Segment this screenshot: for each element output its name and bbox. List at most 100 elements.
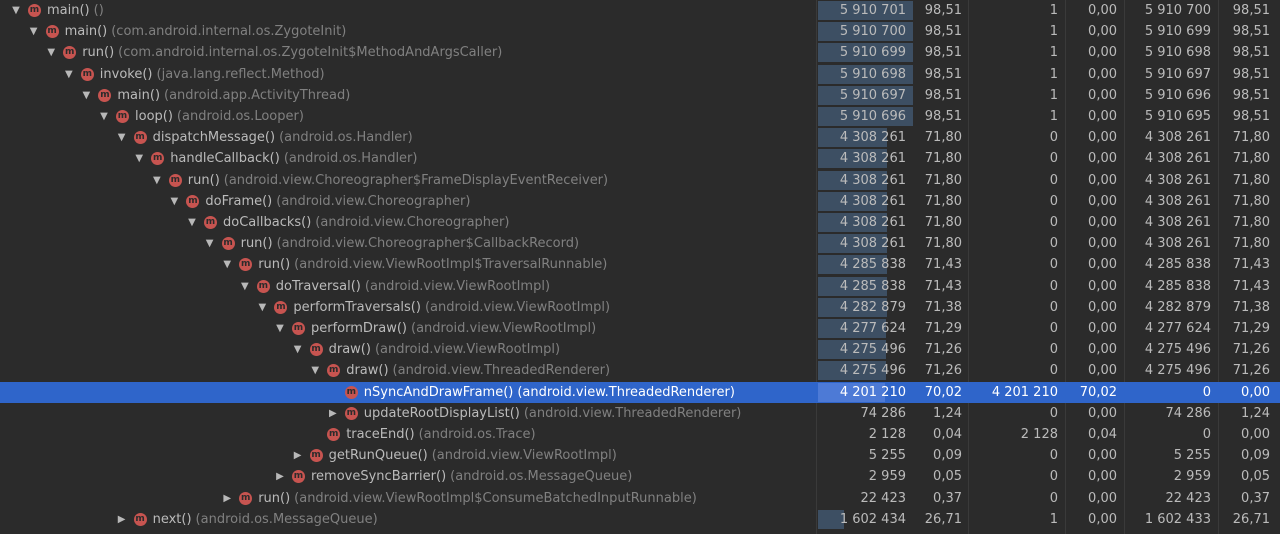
tree-row[interactable]: ▼ m doFrame() (android.view.Choreographer) 4…	[0, 191, 1280, 212]
tree-row[interactable]: ▼ m loop() (android.os.Looper) 5 910 696 98,5…	[0, 106, 1280, 127]
method-icon: m	[116, 110, 129, 124]
expand-arrow-down-icon[interactable]: ▼	[98, 111, 110, 122]
tree-row[interactable]: ▶ m next() (android.os.MessageQueue) 1 602 4…	[0, 509, 1280, 530]
total-pct-value: 71,38	[924, 299, 962, 315]
tree-row[interactable]: ▶ m removeSyncBarrier() (android.os.Message…	[0, 466, 1280, 487]
method-icon: m	[239, 258, 253, 272]
method-icon: m	[327, 428, 341, 442]
tree-row[interactable]: ▶ m updateRootDisplayList() (android.view.T…	[0, 403, 1280, 424]
expand-arrow-down-icon[interactable]: ▼	[274, 323, 286, 334]
method-name: run()	[258, 257, 291, 273]
tree-row[interactable]: m nSyncAndDrawFrame() (android.view.Thread…	[0, 381, 1280, 403]
tree-row[interactable]: ▼ m doCallbacks() (android.view.Choreograph…	[0, 212, 1280, 233]
expand-arrow-right-icon[interactable]: ▶	[327, 408, 339, 419]
expand-arrow-right-icon[interactable]: ▶	[292, 450, 304, 461]
self-value: 1	[1049, 87, 1058, 103]
total-pct-value: 98,51	[924, 3, 962, 19]
tree-row[interactable]: ▼ m handleCallback() (android.os.Handler) 4 …	[0, 148, 1280, 169]
expand-arrow-down-icon[interactable]: ▼	[186, 217, 198, 228]
children-pct-value: 0,09	[1241, 448, 1270, 464]
total-pct-value: 71,80	[924, 151, 962, 167]
self-value: 0	[1049, 193, 1058, 209]
total-value: 5 910 697	[839, 87, 906, 103]
expand-arrow-down-icon[interactable]: ▼	[116, 132, 128, 143]
tree-row[interactable]: ▼ m run() (com.android.internal.os.ZygoteIn…	[0, 42, 1280, 63]
tree-row[interactable]: ▼ m draw() (android.view.ViewRootImpl) 4 275…	[0, 339, 1280, 360]
total-value: 2 959	[868, 469, 906, 485]
tree-row[interactable]: ▼ m main()() 5 910 701 98,51 1 0,00 5 910 700 98…	[0, 0, 1280, 21]
total-value: 1 602 434	[839, 511, 906, 527]
expand-arrow-down-icon[interactable]: ▼	[239, 281, 251, 292]
tree-row[interactable]: ▼ m run() (android.view.Choreographer$Callb…	[0, 233, 1280, 254]
total-pct-value: 71,29	[924, 321, 962, 337]
method-icon: m	[274, 300, 288, 314]
expand-arrow-down-icon[interactable]: ▼	[28, 26, 40, 37]
self-value: 1	[1049, 24, 1058, 40]
children-pct-value: 98,51	[1232, 3, 1270, 19]
tree-row[interactable]: ▼ m doTraversal() (android.view.ViewRootImp…	[0, 276, 1280, 297]
self-pct-value: 0,00	[1088, 24, 1117, 40]
children-pct-value: 0,00	[1241, 384, 1270, 400]
method-icon: m	[309, 343, 323, 357]
total-pct-value: 71,80	[924, 236, 962, 252]
children-value: 22 423	[1165, 490, 1212, 506]
tree-row[interactable]: ▼ m main() (com.android.internal.os.ZygoteI…	[0, 21, 1280, 42]
expand-arrow-down-icon[interactable]: ▼	[10, 5, 22, 16]
method-name: performDraw()	[311, 321, 408, 337]
children-pct-value: 71,80	[1232, 151, 1270, 167]
expand-arrow-down-icon[interactable]: ▼	[45, 47, 57, 58]
self-pct-value: 0,00	[1088, 130, 1117, 146]
expand-arrow-down-icon[interactable]: ▼	[151, 175, 163, 186]
children-value: 5 910 696	[1144, 87, 1211, 103]
total-pct-value: 71,80	[924, 172, 962, 188]
tree-row[interactable]: ▼ m main() (android.app.ActivityThread) 5 91…	[0, 85, 1280, 106]
expand-arrow-down-icon[interactable]: ▼	[133, 153, 145, 164]
method-name: dispatchMessage()	[152, 130, 276, 146]
total-pct-value: 98,51	[924, 45, 962, 61]
children-value: 74 286	[1165, 405, 1212, 421]
expand-arrow-down-icon[interactable]: ▼	[80, 90, 92, 101]
tree-row[interactable]: m traceEnd() (android.os.Trace) 2 128 0,04 2 …	[0, 424, 1280, 445]
expand-arrow-down-icon[interactable]: ▼	[63, 69, 75, 80]
method-icon: m	[204, 216, 217, 230]
expand-arrow-right-icon[interactable]: ▶	[221, 493, 233, 504]
method-cell: ▼ m invoke() (java.lang.reflect.Method)	[0, 64, 881, 85]
method-name: next()	[152, 511, 192, 527]
children-value: 0	[1202, 384, 1211, 400]
method-icon: m	[327, 364, 341, 378]
method-name: traceEnd()	[346, 427, 415, 443]
children-value: 5 910 698	[1144, 45, 1211, 61]
tree-row[interactable]: ▼ m dispatchMessage() (android.os.Handler) 4…	[0, 127, 1280, 148]
tree-row[interactable]: ▼ m performDraw() (android.view.ViewRootImp…	[0, 318, 1280, 339]
expand-arrow-down-icon[interactable]: ▼	[292, 344, 304, 355]
self-value: 1	[1049, 109, 1058, 125]
tree-row[interactable]: ▼ m run() (android.view.ViewRootImpl$Traver…	[0, 254, 1280, 275]
total-value: 5 910 699	[839, 45, 906, 61]
self-pct-value: 0,00	[1088, 278, 1117, 294]
self-value: 0	[1049, 215, 1058, 231]
expand-arrow-down-icon[interactable]: ▼	[221, 259, 233, 270]
expand-arrow-down-icon[interactable]: ▼	[309, 365, 321, 376]
method-name: handleCallback()	[170, 151, 280, 167]
method-class: (android.view.ViewRootImpl$ConsumeBatche…	[294, 490, 697, 506]
tree-row[interactable]: ▼ m invoke() (java.lang.reflect.Method) 5 91…	[0, 64, 1280, 85]
children-pct-value: 71,80	[1232, 236, 1270, 252]
expand-arrow-right-icon[interactable]: ▶	[274, 471, 286, 482]
tree-row[interactable]: ▼ m run() (android.view.Choreographer$Frame…	[0, 170, 1280, 191]
expand-arrow-down-icon[interactable]: ▼	[256, 302, 268, 313]
tree-row[interactable]: ▼ m draw() (android.view.ThreadedRenderer) 4…	[0, 360, 1280, 381]
tree-row[interactable]: ▶ m run() (android.view.ViewRootImpl$Consum…	[0, 488, 1280, 509]
tree-row[interactable]: ▶ m getRunQueue() (android.view.ViewRootImp…	[0, 445, 1280, 466]
method-name: run()	[82, 45, 115, 61]
self-pct-value: 0,00	[1088, 3, 1117, 19]
method-name: doFrame()	[205, 193, 273, 209]
self-pct-value: 0,00	[1088, 405, 1117, 421]
method-name: run()	[240, 236, 273, 252]
self-value: 1	[1049, 45, 1058, 61]
method-name: invoke()	[99, 66, 153, 82]
expand-arrow-down-icon[interactable]: ▼	[168, 196, 180, 207]
children-pct-value: 98,51	[1232, 109, 1270, 125]
expand-arrow-down-icon[interactable]: ▼	[204, 238, 216, 249]
expand-arrow-right-icon[interactable]: ▶	[116, 514, 128, 525]
tree-row[interactable]: ▼ m performTraversals() (android.view.ViewR…	[0, 297, 1280, 318]
